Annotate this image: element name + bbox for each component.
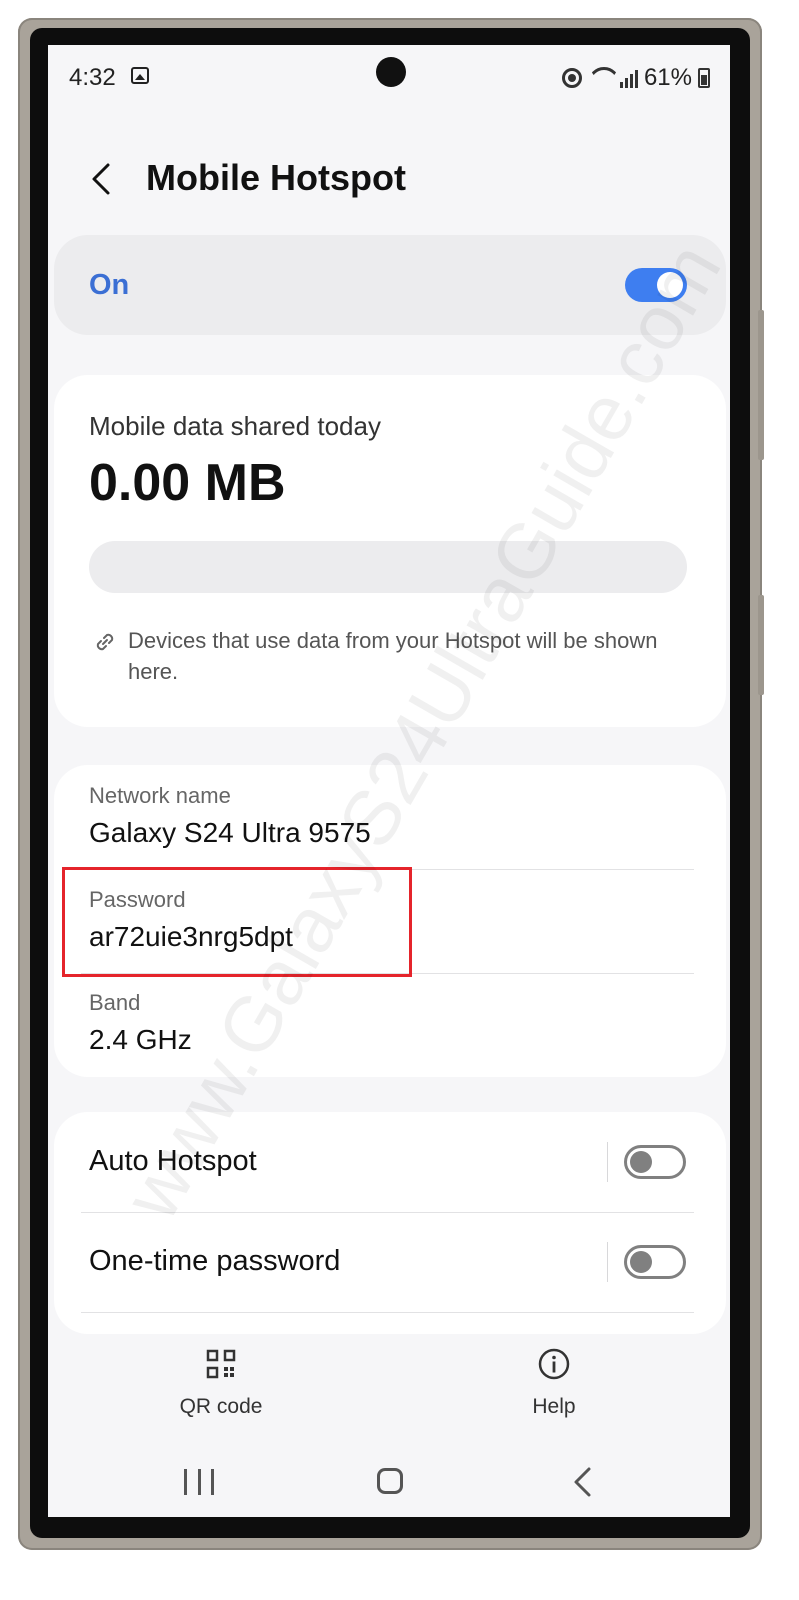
- bottom-action-bar: QR code Help: [48, 1340, 730, 1430]
- app-header: Mobile Hotspot: [48, 145, 730, 215]
- info-icon: [538, 1348, 570, 1380]
- back-button[interactable]: [84, 159, 124, 199]
- hotspot-master-switch-row[interactable]: On: [54, 235, 726, 335]
- qr-code-icon: [206, 1349, 236, 1379]
- hotspot-status-icon: [561, 68, 582, 88]
- band-value: 2.4 GHz: [89, 1024, 192, 1055]
- toggle-knob: [630, 1151, 652, 1173]
- phone-volume-button: [758, 595, 764, 695]
- password-label: Password: [89, 887, 186, 912]
- battery-icon: [698, 68, 710, 88]
- network-name-row[interactable]: Network name Galaxy S24 Ultra 9575: [54, 765, 726, 869]
- toggle-knob: [630, 1251, 652, 1273]
- password-value: ar72uie3nrg5dpt: [89, 921, 293, 952]
- front-camera: [376, 57, 406, 87]
- system-navigation-bar: [48, 1445, 730, 1515]
- auto-hotspot-label: Auto Hotspot: [89, 1145, 257, 1177]
- status-time: 4:32: [69, 64, 116, 91]
- toggle-knob: [657, 272, 683, 298]
- divider: [81, 1312, 694, 1313]
- page-title: Mobile Hotspot: [146, 157, 406, 198]
- help-button[interactable]: Help: [514, 1348, 594, 1428]
- usage-value: 0.00 MB: [89, 454, 286, 512]
- network-settings-card: Network name Galaxy S24 Ultra 9575 Passw…: [54, 765, 726, 1077]
- battery-percent: 61%: [643, 64, 692, 91]
- band-row[interactable]: Band 2.4 GHz: [54, 974, 726, 1077]
- one-time-password-row[interactable]: One-time password: [54, 1213, 726, 1313]
- usage-note: Devices that use data from your Hotspot …: [128, 628, 658, 684]
- gallery-notification-icon: [131, 67, 149, 84]
- phone-side-button: [758, 310, 764, 460]
- chevron-left-icon: [92, 163, 110, 195]
- network-name-value: Galaxy S24 Ultra 9575: [89, 817, 371, 848]
- one-time-password-label: One-time password: [89, 1245, 341, 1277]
- vertical-separator: [607, 1142, 608, 1182]
- status-icons: 61%: [561, 64, 710, 92]
- usage-label: Mobile data shared today: [89, 411, 381, 441]
- qr-code-label: QR code: [179, 1395, 263, 1418]
- usage-progress-bar: [89, 541, 687, 593]
- auto-hotspot-toggle[interactable]: [624, 1145, 686, 1179]
- hotspot-state-label: On: [89, 269, 130, 301]
- signal-icon: [619, 68, 638, 88]
- data-usage-card: Mobile data shared today 0.00 MB Devices…: [54, 375, 726, 727]
- network-name-label: Network name: [89, 783, 231, 808]
- password-row[interactable]: Password ar72uie3nrg5dpt: [54, 870, 726, 974]
- vertical-separator: [607, 1242, 608, 1282]
- screen: 4:32 61% Mobile Hotspot On Mobile data s…: [48, 45, 730, 1517]
- auto-hotspot-row[interactable]: Auto Hotspot: [54, 1112, 726, 1212]
- link-icon: [96, 633, 114, 651]
- recents-button[interactable]: [184, 1469, 214, 1495]
- hotspot-options-card: Auto Hotspot One-time password: [54, 1112, 726, 1334]
- nav-back-icon[interactable]: [568, 1465, 598, 1499]
- qr-code-button[interactable]: QR code: [166, 1348, 276, 1428]
- band-label: Band: [89, 990, 141, 1015]
- status-bar: 4:32 61%: [48, 45, 730, 107]
- hotspot-toggle[interactable]: [625, 268, 687, 302]
- home-button[interactable]: [377, 1468, 403, 1494]
- wifi-icon: [588, 67, 614, 89]
- one-time-password-toggle[interactable]: [624, 1245, 686, 1279]
- help-label: Help: [532, 1395, 576, 1418]
